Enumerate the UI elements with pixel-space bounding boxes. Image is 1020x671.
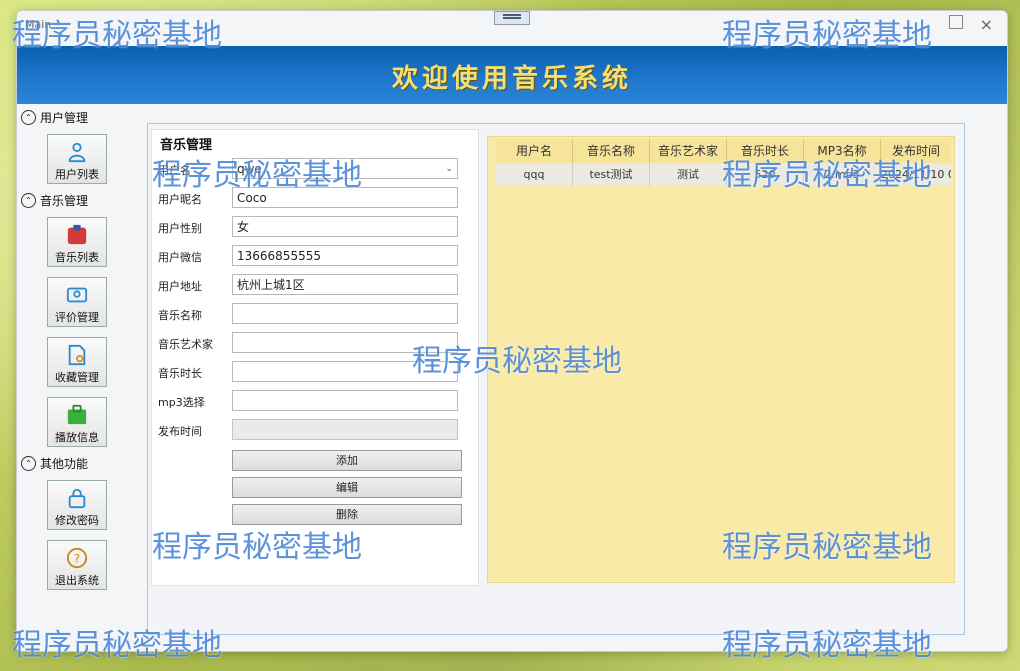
- mp3-field[interactable]: [232, 390, 458, 411]
- lock-icon: [68, 488, 86, 509]
- field-label: 音乐艺术家: [158, 338, 213, 351]
- maximize-icon[interactable]: [949, 15, 963, 29]
- music-table: 用户名 音乐名称 音乐艺术家 音乐时长 MP3名称 发布时间 qqq test测…: [487, 136, 955, 583]
- duration-field[interactable]: [232, 361, 458, 382]
- field-label: mp3选择: [158, 396, 205, 409]
- sidebar-item-label: 音乐列表: [55, 251, 99, 264]
- play-info-icon: [67, 404, 87, 425]
- wechat-field[interactable]: [232, 245, 458, 266]
- address-field[interactable]: [232, 274, 458, 295]
- table-cell: test测试: [573, 164, 650, 186]
- group-other-functions[interactable]: ⌃ 其他功能: [21, 454, 88, 472]
- artist-field[interactable]: [232, 332, 458, 353]
- chevron-down-icon: ⌄: [445, 163, 453, 174]
- sidebar-item-favorite-management[interactable]: 收藏管理: [47, 337, 107, 387]
- sidebar: ⌃ 用户管理 用户列表 ⌃ 音乐管理 音乐列表 评价管理 收藏管理 播放信息 ⌃…: [17, 106, 137, 646]
- publish-time-field: [232, 419, 458, 440]
- table-row[interactable]: qqq test测试 测试 520 2.mp3 2024/11/10 0:4: [496, 164, 951, 186]
- sidebar-item-change-password[interactable]: 修改密码: [47, 480, 107, 530]
- column-header[interactable]: MP3名称: [804, 139, 881, 163]
- favorite-icon: [68, 344, 86, 366]
- edit-button[interactable]: 编辑: [232, 477, 462, 498]
- banner: 欢迎使用音乐系统: [17, 46, 1007, 104]
- sidebar-item-label: 播放信息: [55, 431, 99, 444]
- title-bar: Main ×: [17, 11, 1007, 39]
- table-cell: qqq: [496, 164, 573, 186]
- table-cell: 测试: [650, 164, 727, 186]
- column-header[interactable]: 发布时间: [881, 139, 951, 163]
- user-icon: [68, 142, 86, 163]
- column-header[interactable]: 音乐名称: [573, 139, 650, 163]
- form-row-address: 用户地址: [158, 274, 468, 297]
- form-row-gender: 用户性别: [158, 216, 468, 239]
- add-button[interactable]: 添加: [232, 450, 462, 471]
- rating-icon: [66, 287, 88, 303]
- column-header[interactable]: 用户名: [496, 139, 573, 163]
- sidebar-item-label: 退出系统: [55, 574, 99, 587]
- form-row-artist: 音乐艺术家: [158, 332, 468, 355]
- sidebar-item-play-info[interactable]: 播放信息: [47, 397, 107, 447]
- column-header[interactable]: 音乐时长: [727, 139, 804, 163]
- form-row-nickname: 用户昵名: [158, 187, 468, 210]
- sidebar-item-exit-system[interactable]: ? 退出系统: [47, 540, 107, 590]
- main-window: Main × 欢迎使用音乐系统 ⌃ 用户管理 用户列表 ⌃ 音乐管理 音乐列表 …: [16, 10, 1008, 652]
- field-label: 用户地址: [158, 280, 202, 293]
- table-cell: 2024/11/10 0:4: [881, 168, 951, 181]
- window-menu-button[interactable]: [494, 11, 530, 25]
- table-cell: 520: [727, 164, 804, 186]
- sidebar-item-label: 修改密码: [55, 514, 99, 527]
- field-label: 用户性别: [158, 222, 202, 235]
- form-row-publish-time: 发布时间: [158, 419, 468, 442]
- table-cell: 2.mp3: [804, 164, 881, 186]
- field-label: 发布时间: [158, 425, 202, 438]
- form-row-duration: 音乐时长: [158, 361, 468, 384]
- username-select[interactable]: qwe ⌄: [232, 158, 458, 179]
- banner-title: 欢迎使用音乐系统: [391, 64, 632, 94]
- sidebar-item-user-list[interactable]: 用户列表: [47, 134, 107, 184]
- music-name-field[interactable]: [232, 303, 458, 324]
- delete-button[interactable]: 删除: [232, 504, 462, 525]
- field-label: 用户昵名: [158, 193, 202, 206]
- collapse-icon: ⌃: [21, 192, 36, 208]
- form-title: 音乐管理: [160, 138, 213, 153]
- sidebar-item-label: 收藏管理: [55, 371, 99, 384]
- form-row-username: 用户名 qwe ⌄: [158, 158, 468, 181]
- field-label: 用户名: [158, 164, 191, 177]
- collapse-icon: ⌃: [21, 455, 36, 471]
- group-label: 其他功能: [40, 456, 89, 471]
- close-icon[interactable]: ×: [980, 15, 993, 34]
- sidebar-item-label: 用户列表: [55, 168, 99, 181]
- svg-text:?: ?: [74, 552, 80, 566]
- exit-icon: ?: [66, 547, 88, 569]
- sidebar-item-music-list[interactable]: 音乐列表: [47, 217, 107, 267]
- sidebar-item-label: 评价管理: [55, 311, 99, 324]
- column-header[interactable]: 音乐艺术家: [650, 139, 727, 163]
- music-icon: [67, 224, 87, 245]
- form-row-mp3: mp3选择: [158, 390, 468, 413]
- username-value: qwe: [237, 161, 262, 176]
- group-user-management[interactable]: ⌃ 用户管理: [21, 108, 88, 126]
- window-title: Main: [25, 18, 52, 31]
- form-row-wechat: 用户微信: [158, 245, 468, 268]
- group-music-management[interactable]: ⌃ 音乐管理: [21, 191, 88, 209]
- field-label: 音乐时长: [158, 367, 202, 380]
- field-label: 音乐名称: [158, 309, 202, 322]
- sidebar-item-rating-management[interactable]: 评价管理: [47, 277, 107, 327]
- field-label: 用户微信: [158, 251, 202, 264]
- gender-field[interactable]: [232, 216, 458, 237]
- music-management-form: 音乐管理 用户名 qwe ⌄ 用户昵名 用户性别 用户微信 用户地址 音乐名称: [151, 129, 479, 586]
- collapse-icon: ⌃: [21, 109, 36, 125]
- group-label: 用户管理: [40, 110, 89, 125]
- group-label: 音乐管理: [40, 193, 89, 208]
- table-header: 用户名 音乐名称 音乐艺术家 音乐时长 MP3名称 发布时间: [496, 139, 951, 163]
- nickname-field[interactable]: [232, 187, 458, 208]
- form-row-music-name: 音乐名称: [158, 303, 468, 326]
